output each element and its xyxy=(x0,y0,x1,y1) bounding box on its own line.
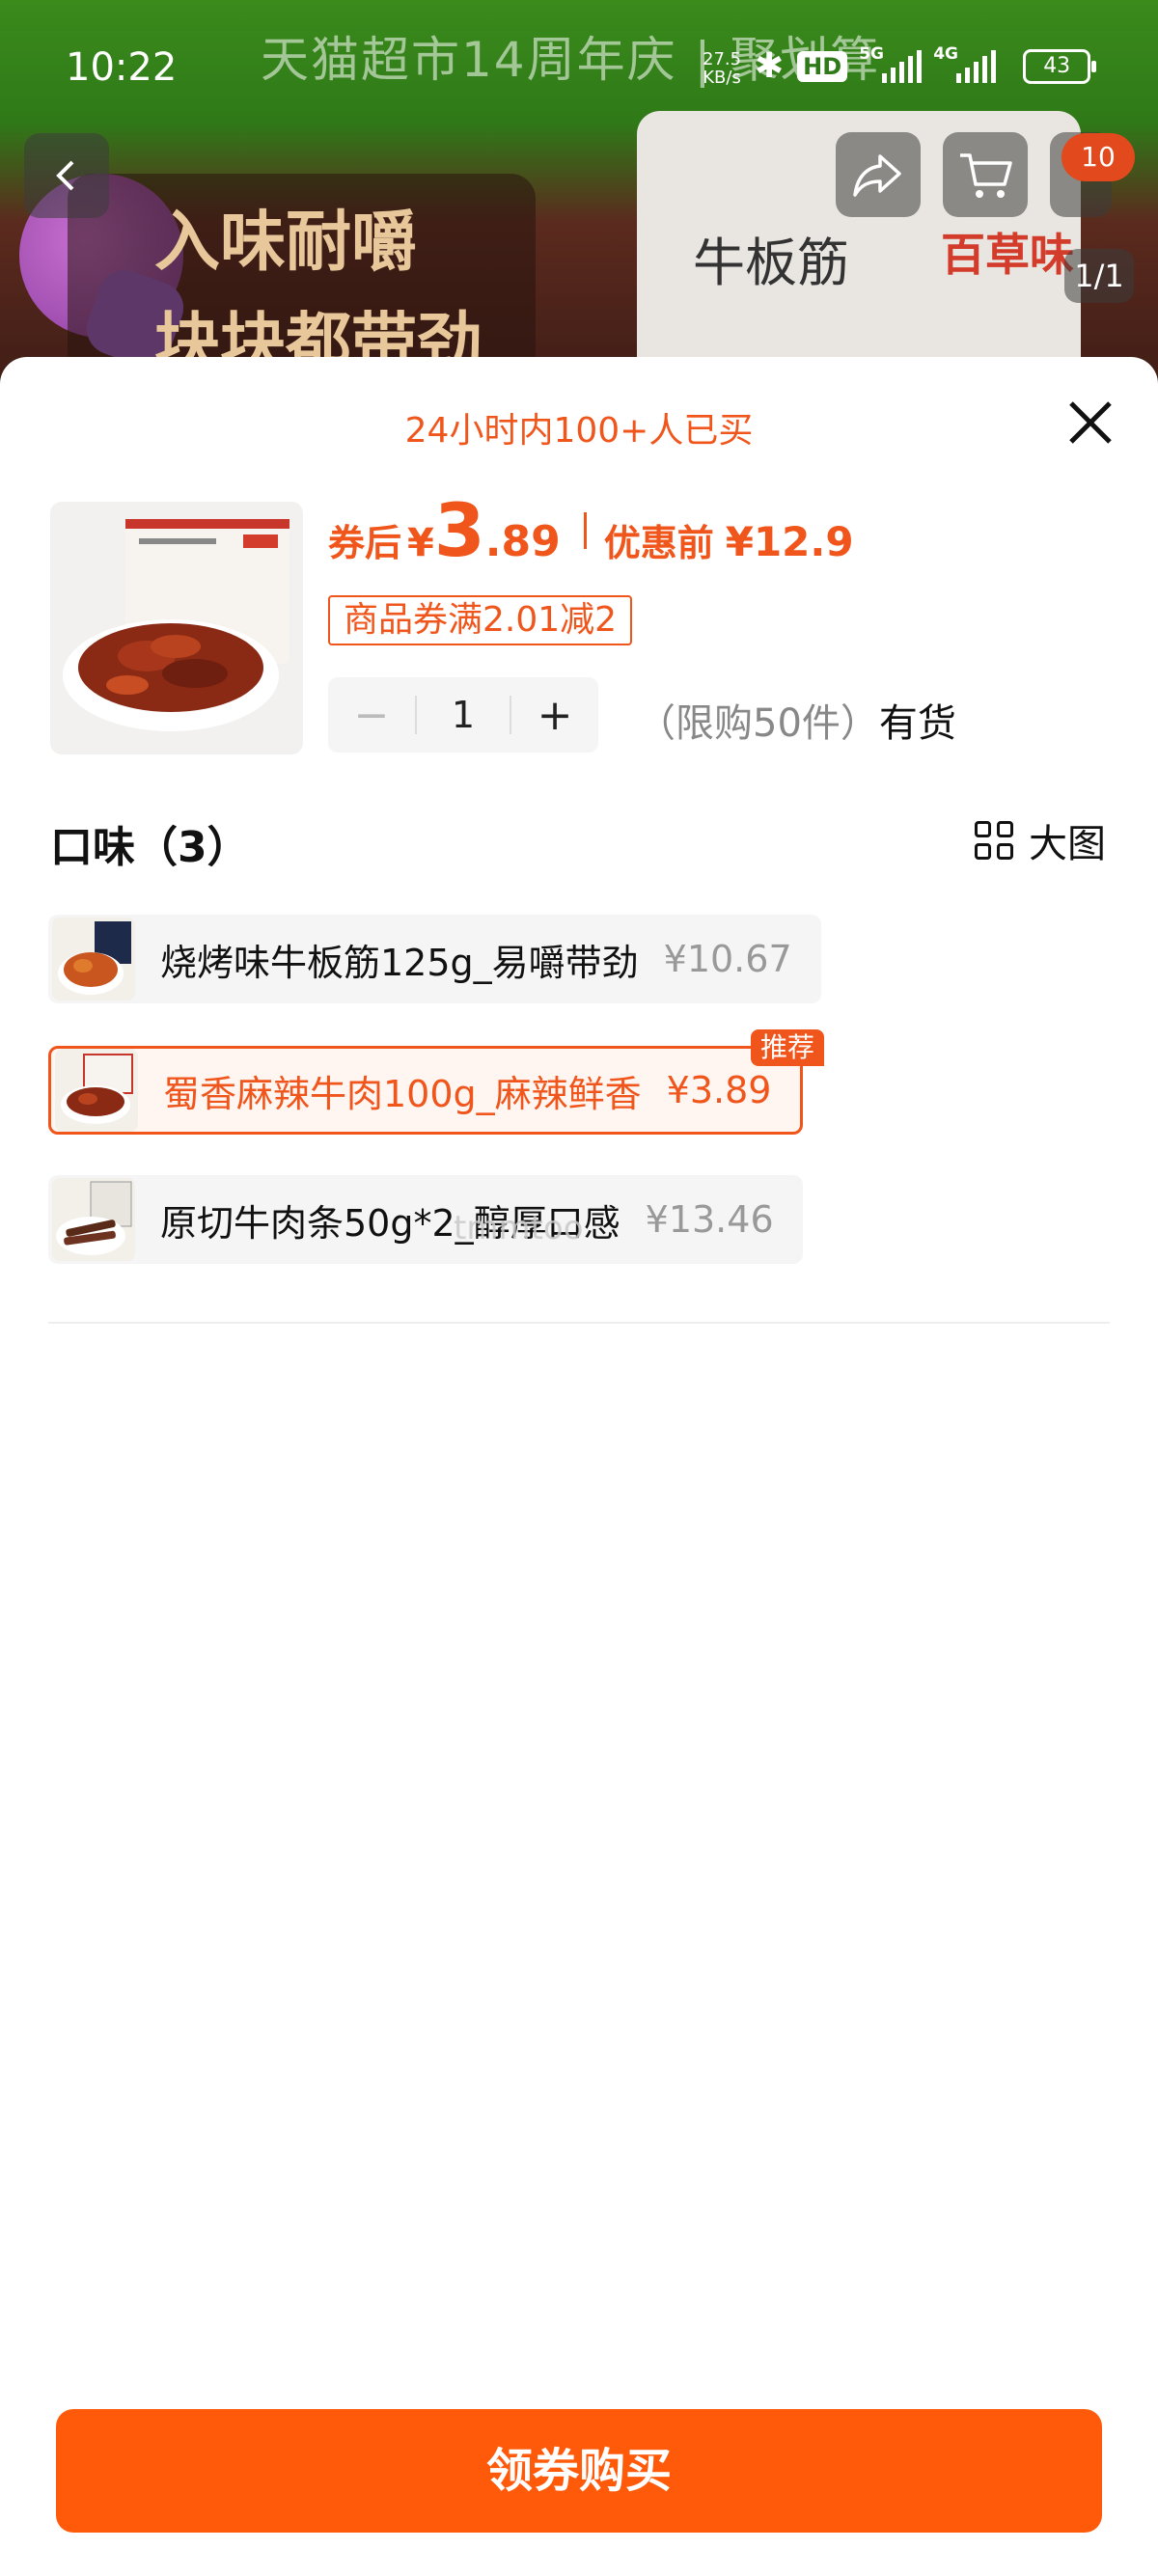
recommend-badge: 推荐 xyxy=(751,1029,824,1066)
product-thumbnail[interactable] xyxy=(50,502,303,754)
price-prefix: 券后 xyxy=(328,522,402,564)
signal-5g-icon: 5G xyxy=(859,44,923,83)
back-button[interactable] xyxy=(24,133,109,218)
status-icons: ✱ HD 5G 4G 43 xyxy=(755,44,1097,86)
price-separator xyxy=(583,511,587,549)
product-image xyxy=(63,519,290,731)
option-price: ¥13.46 xyxy=(645,1198,774,1241)
option-thumbnail xyxy=(55,1049,138,1132)
flavor-option-beef-strips[interactable]: 原切牛肉条50g*2_醇厚口感 ¥13.46 xyxy=(48,1175,803,1264)
option-thumbnail xyxy=(52,918,135,1000)
package-product-name: 牛板筋 xyxy=(693,233,849,293)
price-currency: ¥ xyxy=(407,521,434,565)
option-name: 烧烤味牛板筋125g_易嚼带劲 xyxy=(160,941,639,984)
package-brand: 百草味 xyxy=(941,229,1074,281)
quantity-stepper: − 1 + xyxy=(328,677,598,753)
purchase-limit-text: （限购50件） xyxy=(637,701,879,746)
section-divider xyxy=(48,1322,1110,1324)
price-decimal: .89 xyxy=(484,517,561,566)
price-row: 券后 ¥ 3 .89 优惠前 ¥12.9 xyxy=(328,487,854,573)
bluetooth-icon: ✱ xyxy=(755,46,785,86)
price-integer: 3 xyxy=(433,487,485,573)
network-speed-unit: KB/s xyxy=(703,68,741,88)
sku-selector-sheet: 24小时内100+人已买 券后 ¥ 3 .89 优惠前 ¥12.9 商品券满2.… xyxy=(0,357,1158,2576)
share-icon xyxy=(853,154,901,197)
cart-button[interactable] xyxy=(943,132,1028,217)
big-view-label: 大图 xyxy=(1029,822,1106,866)
stock-status: 有货 xyxy=(878,701,956,746)
option-price: ¥3.89 xyxy=(666,1069,772,1111)
original-price-label: 优惠前 xyxy=(603,522,714,564)
increase-quantity-button[interactable]: + xyxy=(511,691,598,740)
status-time: 10:22 xyxy=(66,45,178,90)
flavor-section-title: 口味（3） xyxy=(50,823,250,872)
coupon-tag[interactable]: 商品券满2.01减2 xyxy=(328,595,633,645)
network-speed: 27.5 KB/s xyxy=(703,50,741,87)
close-button[interactable] xyxy=(1062,394,1119,452)
purchase-limit: （限购50件）有货 xyxy=(637,692,956,748)
cart-count-badge: 10 xyxy=(1062,133,1135,181)
option-price: ¥10.67 xyxy=(663,938,792,980)
hd-icon: HD xyxy=(797,50,848,82)
grid-icon xyxy=(975,821,1013,860)
flavor-option-spicy-beef[interactable]: 蜀香麻辣牛肉100g_麻辣鲜香 ¥3.89 xyxy=(48,1046,804,1135)
sales-banner: 24小时内100+人已买 xyxy=(404,411,754,451)
option-name: 蜀香麻辣牛肉100g_麻辣鲜香 xyxy=(163,1072,642,1115)
product-page-background: 天猫超市14周年庆 | 聚划算 入味耐嚼 块块都带劲 牛板筋 百草味 10:22… xyxy=(0,0,1158,405)
share-button[interactable] xyxy=(836,132,921,217)
big-view-toggle[interactable]: 大图 xyxy=(975,812,1106,868)
cart-icon xyxy=(960,153,1012,198)
option-thumbnail xyxy=(52,1178,135,1261)
network-speed-value: 27.5 xyxy=(703,49,742,69)
claim-coupon-buy-button[interactable]: 领券购买 xyxy=(56,2409,1102,2533)
close-icon xyxy=(1069,401,1112,444)
slogan-line-1: 入味耐嚼 xyxy=(154,205,418,281)
battery-icon: 43 xyxy=(1023,48,1097,84)
chevron-left-icon xyxy=(56,160,74,191)
watermark: tmmtoo xyxy=(454,1209,584,1247)
signal-4g-icon: 4G xyxy=(933,44,997,83)
image-counter: 1/1 xyxy=(1064,249,1134,303)
signal-4g-label: 4G xyxy=(933,43,958,64)
decrease-quantity-button[interactable]: − xyxy=(328,691,415,740)
original-price: ¥12.9 xyxy=(725,518,854,565)
signal-5g-label: 5G xyxy=(859,43,884,64)
quantity-value[interactable]: 1 xyxy=(417,694,510,736)
flavor-option-bbq[interactable]: 烧烤味牛板筋125g_易嚼带劲 ¥10.67 xyxy=(48,915,821,1003)
